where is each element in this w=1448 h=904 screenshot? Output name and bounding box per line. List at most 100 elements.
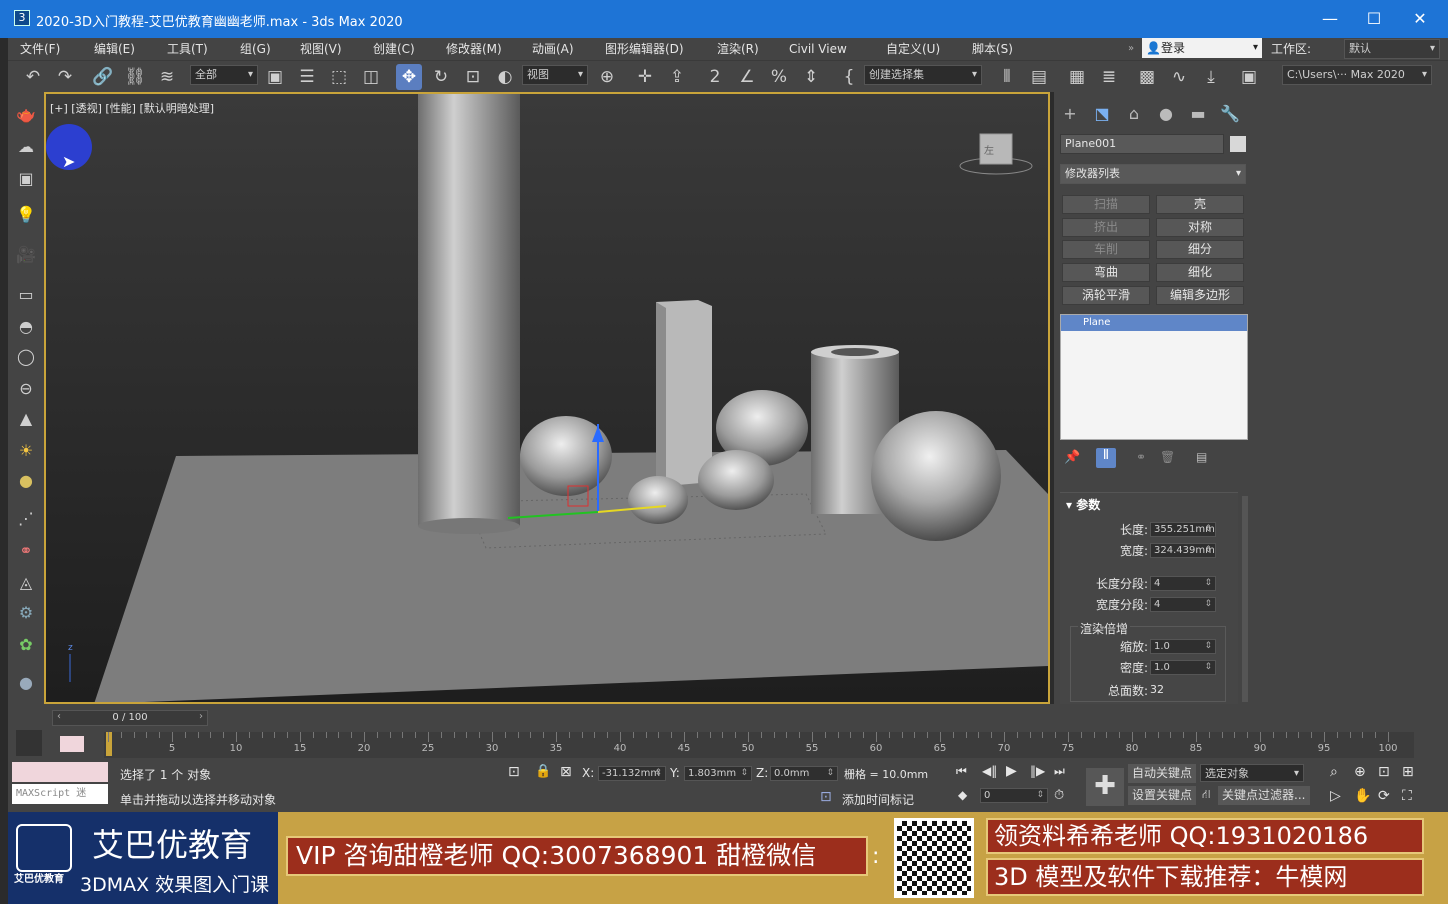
time-slider[interactable]: ‹ 0 / 100 › [52,710,208,726]
keyboard-shortcut-icon[interactable]: ⇪ [664,64,690,90]
configure-sets-icon[interactable]: ▤ [1196,450,1207,464]
unlink-icon[interactable]: ⛓ [122,64,148,90]
menu-civil-view[interactable]: Civil View [789,38,847,60]
menu-rendering[interactable]: 渲染(R) [717,38,759,60]
overflow-icon[interactable]: » [1128,38,1134,60]
box-icon[interactable]: ▭ [12,282,40,308]
snap-toggle-icon[interactable]: 2 [702,64,728,90]
cone-icon[interactable]: ▲ [12,406,40,432]
motion-tab-icon[interactable]: ● [1154,102,1178,126]
ribbon-icon[interactable]: ▩ [1134,64,1160,90]
select-rotate-icon[interactable]: ↻ [428,64,454,90]
pin-stack-icon[interactable]: 📌 [1064,450,1080,465]
menu-tools[interactable]: 工具(T) [167,38,208,60]
select-scale-icon[interactable]: ⊡ [460,64,486,90]
next-key-icon[interactable]: ‖▶ [1030,764,1045,778]
render-frame-icon[interactable]: ▣ [12,166,40,192]
selection-filter-dropdown[interactable]: 全部 [190,65,258,85]
molecule-icon[interactable]: ⚭ [12,538,40,564]
rollout-title[interactable]: ▾ 参数 [1066,496,1100,513]
menu-group[interactable]: 组(G) [240,38,271,60]
lock-icon[interactable]: 🔒 [535,764,551,779]
show-end-result-icon[interactable]: Ⅱ [1096,448,1116,468]
project-path-dropdown[interactable]: C:\Users\··· Max 2020 [1282,65,1432,85]
spinner-snap-icon[interactable]: ⇕ [798,64,824,90]
cloud-icon[interactable]: ☁ [12,134,40,160]
login-dropdown[interactable]: 👤登录 ▾ [1142,38,1262,58]
stack-item-plane[interactable]: Plane [1061,315,1247,331]
create-tab-icon[interactable]: + [1058,102,1082,126]
angle-snap-icon[interactable]: ∠ [734,64,760,90]
make-unique-icon[interactable]: ⚭ [1136,450,1146,464]
maximize-viewport-icon[interactable]: ⛶ [1402,788,1412,804]
plant-icon[interactable]: ✿ [12,632,40,658]
named-selection-dropdown[interactable]: 创建选择集 [864,65,982,85]
key-filter-icon[interactable]: ⛙ [1202,787,1210,803]
bend-button[interactable]: 弯曲 [1062,263,1150,282]
pivot-center-icon[interactable]: ⊕ [594,64,620,90]
material-editor-icon[interactable]: ▣ [1236,64,1262,90]
go-to-end-icon[interactable]: ⏭ [1054,764,1065,779]
percent-snap-icon[interactable]: % [766,64,792,90]
bind-space-warp-icon[interactable]: ≋ [154,64,180,90]
menu-create[interactable]: 创建(C) [373,38,415,60]
viewcube-label[interactable]: 左 [984,142,994,157]
undo-icon[interactable]: ↶ [20,64,46,90]
orbit-icon[interactable]: ⟳ [1378,788,1390,804]
select-by-name-icon[interactable]: ☰ [294,64,320,90]
select-manipulate-icon[interactable]: ✛ [632,64,658,90]
material-sphere-icon[interactable]: ● [12,670,40,696]
panel-scrollbar[interactable] [1242,496,1248,702]
key-mode-icon[interactable]: ◆ [958,788,967,802]
play-icon[interactable]: ▶ [1006,763,1017,779]
width-segs-spinner[interactable]: 4 [1150,597,1216,612]
auto-key-button[interactable]: 自动关键点 [1128,764,1196,783]
geometry-icon[interactable]: ◬ [12,570,40,596]
key-swatch[interactable] [60,736,84,752]
menu-graph-editors[interactable]: 图形编辑器(D) [605,38,684,60]
zoom-extents-icon[interactable]: ⊡ [1378,764,1390,780]
hemisphere-icon[interactable]: ◓ [12,314,40,340]
menu-modifiers[interactable]: 修改器(M) [446,38,502,60]
light-bulb-icon[interactable]: 💡 [12,202,40,228]
edit-poly-button[interactable]: 编辑多边形 [1156,286,1244,305]
y-coordinate[interactable]: 1.803mm [684,766,752,781]
torus-icon[interactable]: ◯ [12,344,40,370]
minimize-button[interactable]: — [1308,6,1352,32]
perspective-viewport[interactable]: [+] [透视] [性能] [默认明暗处理] z 左 ➤ [44,92,1050,704]
maximize-button[interactable]: ☐ [1352,6,1396,32]
window-crossing-icon[interactable]: ◫ [358,64,384,90]
pan-icon[interactable]: ✋ [1354,788,1371,804]
menu-customize[interactable]: 自定义(U) [886,38,940,60]
add-time-tag[interactable]: 添加时间标记 [842,791,914,808]
next-frame-icon[interactable]: › [199,711,203,722]
zoom-icon[interactable]: ⌕ [1330,764,1338,780]
teapot-icon[interactable]: 🫖 [12,102,40,128]
time-config-icon[interactable]: ⏱ [1054,788,1064,803]
maxscript-field[interactable]: MAXScript 迷 [12,784,108,804]
set-key-big-icon[interactable]: ✚ [1086,768,1124,806]
symmetry-button[interactable]: 对称 [1156,218,1244,237]
subdivide-button[interactable]: 细分 [1156,240,1244,259]
z-coordinate[interactable]: 0.0mm [770,766,838,781]
ref-coord-dropdown[interactable]: 视图 [522,65,588,85]
width-spinner[interactable]: 324.439mm [1150,543,1216,558]
current-frame-field[interactable]: 0 [980,788,1048,803]
scene-explorer-icon[interactable]: ▦ [1064,64,1090,90]
schematic-view-icon[interactable]: ⤓ [1198,64,1224,90]
mirror-icon[interactable]: ⫴ [994,64,1020,90]
modifier-list-dropdown[interactable]: 修改器列表 [1060,164,1246,184]
x-coordinate[interactable]: -31.132mm [598,766,666,781]
listener-pink[interactable] [12,762,108,782]
menu-animation[interactable]: 动画(A) [532,38,574,60]
curve-editor-icon[interactable]: ∿ [1166,64,1192,90]
absolute-mode-icon[interactable]: ⊠ [560,764,572,780]
prev-frame-icon[interactable]: ‹ [57,711,61,722]
go-to-start-icon[interactable]: ⏮ [956,764,967,779]
set-key-button[interactable]: 设置关键点 [1128,786,1196,805]
time-tag-icon[interactable]: ⊡ [820,789,832,805]
display-tab-icon[interactable]: ▬ [1186,102,1210,126]
turbosmooth-button[interactable]: 涡轮平滑 [1062,286,1150,305]
length-spinner[interactable]: 355.251mm [1150,522,1216,537]
key-filters-button[interactable]: 关键点过滤器... [1218,786,1310,805]
